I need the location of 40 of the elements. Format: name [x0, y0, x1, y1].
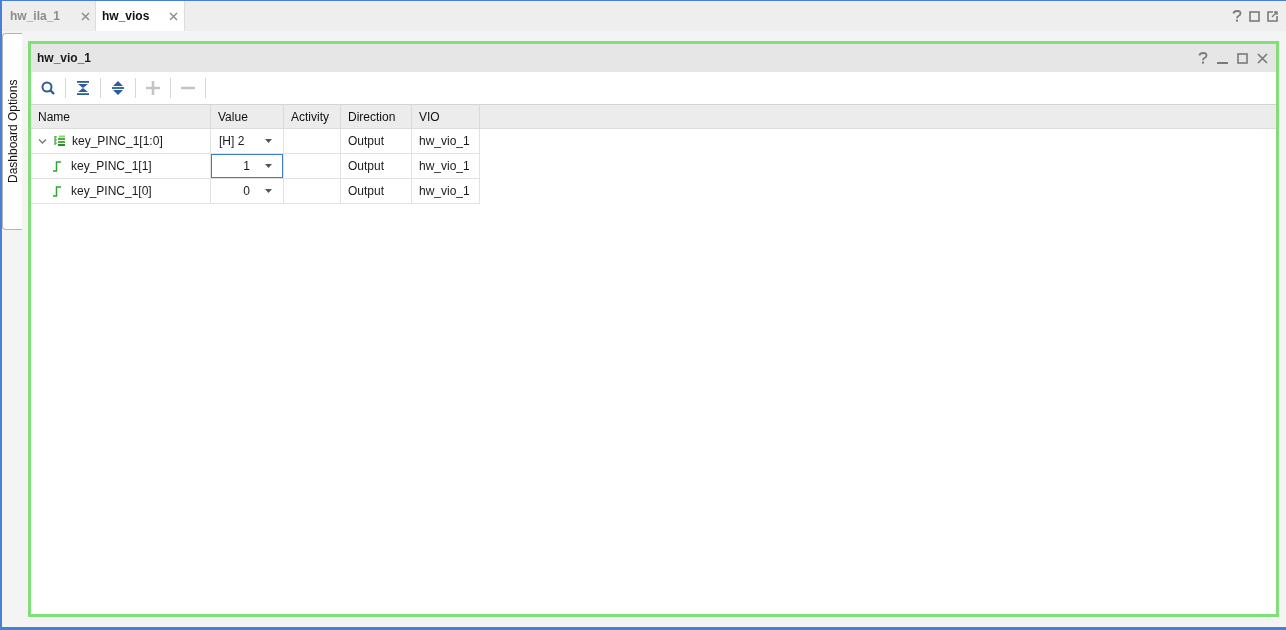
signal-icon [53, 185, 61, 197]
panel-title: hw_vio_1 [37, 50, 92, 67]
table-cell: hw_vio_1 [412, 154, 480, 178]
table-cell: hw_vio_1 [412, 129, 480, 153]
close-icon[interactable] [1257, 52, 1268, 64]
value-dropdown[interactable]: [H] 2 [211, 129, 283, 153]
close-icon[interactable] [81, 11, 90, 21]
caret-icon[interactable] [265, 139, 272, 143]
popout-icon[interactable] [1267, 10, 1278, 22]
column-header[interactable]: Value [211, 105, 284, 128]
signal-name: key_PINC_1[0] [71, 183, 152, 200]
chevron-icon[interactable] [38, 138, 47, 144]
column-header[interactable]: VIO [412, 105, 480, 128]
column-header[interactable]: Direction [341, 105, 412, 128]
tab[interactable]: hw_vios [96, 1, 185, 31]
maximize-icon[interactable] [1237, 52, 1248, 64]
caret-icon[interactable] [265, 164, 272, 168]
side-tab[interactable]: Dashboard Options [2, 33, 22, 230]
value-dropdown[interactable]: 1 [211, 154, 283, 178]
search-icon [41, 81, 55, 95]
column-header[interactable]: Activity [284, 105, 341, 128]
close-icon[interactable] [169, 11, 178, 21]
column-header[interactable]: Name [31, 105, 211, 128]
table-cell: hw_vio_1 [412, 179, 480, 203]
signal-name: key_PINC_1[1:0] [72, 133, 163, 150]
help-icon[interactable] [1232, 10, 1242, 22]
table-cell: Output [341, 179, 412, 203]
plus-icon [146, 81, 160, 95]
help-icon[interactable] [1198, 52, 1208, 64]
collapse-all-icon [76, 81, 90, 95]
expand-all-icon [111, 81, 125, 95]
table-cell: Output [341, 154, 412, 178]
value-dropdown[interactable]: 0 [211, 179, 283, 203]
table-cell: Output [341, 129, 412, 153]
bus-icon [54, 135, 66, 147]
signal-icon [53, 160, 61, 172]
signal-name: key_PINC_1[1] [71, 158, 152, 175]
restore-icon[interactable] [1249, 10, 1260, 22]
caret-icon[interactable] [265, 189, 272, 193]
minus-icon [181, 84, 195, 92]
